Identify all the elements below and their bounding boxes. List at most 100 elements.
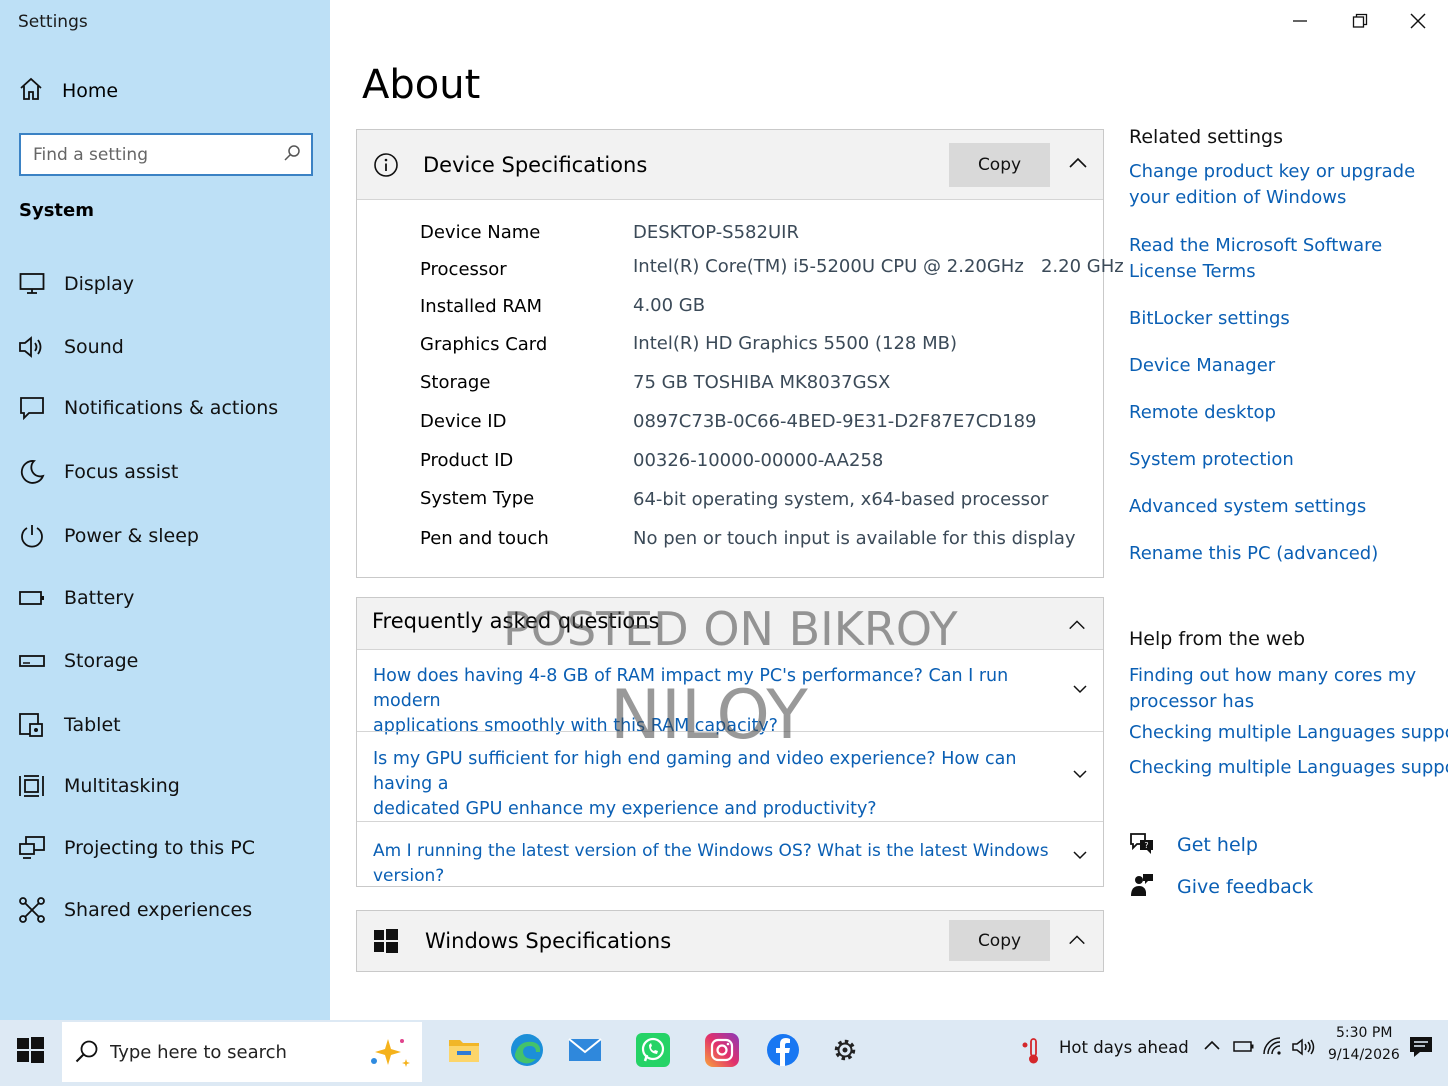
notification-center-icon[interactable]	[1408, 1034, 1434, 1060]
spec-label: Device Name	[420, 222, 541, 243]
restore-button[interactable]	[1340, 6, 1380, 36]
volume-icon[interactable]	[1291, 1036, 1315, 1060]
battery-icon[interactable]	[1232, 1036, 1256, 1060]
start-button[interactable]	[14, 1034, 48, 1068]
faq-header[interactable]: Frequently asked questions	[357, 598, 1103, 650]
close-button[interactable]	[1398, 6, 1438, 36]
link-advanced-system-settings[interactable]: Advanced system settings	[1129, 494, 1434, 520]
link-rename-pc[interactable]: Rename this PC (advanced)	[1129, 541, 1434, 567]
faq-item[interactable]: Is my GPU sufficient for high end gaming…	[357, 731, 1103, 821]
copy-device-specs-button[interactable]: Copy	[949, 143, 1050, 187]
wifi-icon[interactable]	[1262, 1036, 1286, 1060]
give-feedback-link[interactable]: Give feedback	[1129, 872, 1313, 902]
instagram-icon[interactable]	[702, 1030, 742, 1070]
search-icon[interactable]	[283, 144, 301, 166]
sidebar-item-label: Projecting to this PC	[64, 837, 255, 859]
spec-value: Intel(R) Core(TM) i5-5200U CPU @ 2.20GHz…	[633, 256, 1124, 277]
clock-date[interactable]: 9/14/2026	[1328, 1047, 1400, 1063]
device-specifications-title: Device Specifications	[423, 152, 648, 177]
spec-value: 00326-10000-00000-AA258	[633, 450, 884, 471]
chevron-down-icon[interactable]	[1071, 765, 1089, 783]
taskbar: Hot days ahead 5:30 PM 9/14/2026	[0, 1020, 1448, 1086]
projecting-icon	[18, 834, 46, 862]
weather-thermometer-icon[interactable]	[1020, 1036, 1046, 1066]
link-cores-processor[interactable]: Finding out how many cores my processor …	[1129, 663, 1419, 715]
info-icon	[373, 152, 399, 182]
chevron-down-icon[interactable]	[1071, 680, 1089, 698]
power-icon	[18, 522, 46, 550]
sidebar-item-tablet[interactable]: Tablet	[18, 708, 121, 742]
sidebar-item-sound[interactable]: Sound	[18, 330, 124, 364]
whatsapp-icon[interactable]	[633, 1030, 673, 1070]
page-title: About	[362, 62, 481, 108]
link-system-protection[interactable]: System protection	[1129, 447, 1434, 473]
sidebar-item-display[interactable]: Display	[18, 267, 134, 301]
faq-item[interactable]: How does having 4-8 GB of RAM impact my …	[357, 650, 1103, 736]
link-device-manager[interactable]: Device Manager	[1129, 353, 1434, 379]
chevron-up-icon[interactable]	[1067, 152, 1089, 174]
facebook-icon[interactable]	[763, 1030, 803, 1070]
file-explorer-icon[interactable]	[444, 1030, 484, 1070]
faq-question[interactable]: How does having 4-8 GB of RAM impact my …	[373, 664, 1053, 739]
link-languages-support-2[interactable]: Checking multiple Languages support	[1129, 755, 1448, 781]
spec-label: Installed RAM	[420, 296, 543, 317]
edge-icon[interactable]	[507, 1030, 547, 1070]
faq-question[interactable]: Am I running the latest version of the W…	[373, 839, 1063, 889]
link-languages-support[interactable]: Checking multiple Languages support	[1129, 720, 1448, 746]
device-specifications-panel: Device Specifications Copy Device Name D…	[356, 129, 1124, 578]
copy-windows-specs-button[interactable]: Copy	[949, 920, 1050, 961]
sidebar: Settings Home System Display Sound Notif…	[0, 0, 330, 1020]
taskbar-search-input[interactable]	[110, 1041, 330, 1063]
sidebar-item-label: Tablet	[64, 714, 121, 736]
section-label-system: System	[19, 200, 94, 221]
sidebar-home[interactable]: Home	[18, 76, 118, 106]
sidebar-item-label: Focus assist	[64, 461, 179, 483]
spec-label: Processor	[420, 259, 507, 280]
home-icon	[18, 76, 44, 106]
clock-time[interactable]: 5:30 PM	[1336, 1025, 1392, 1041]
settings-gear-icon[interactable]	[825, 1030, 865, 1070]
sidebar-item-storage[interactable]: Storage	[18, 644, 138, 678]
chevron-down-icon[interactable]	[1071, 846, 1089, 864]
sidebar-item-label: Notifications & actions	[64, 397, 279, 419]
get-help-label: Get help	[1177, 834, 1258, 856]
find-setting-input[interactable]	[33, 144, 283, 165]
moon-icon	[18, 458, 46, 486]
chevron-up-icon[interactable]	[1202, 1036, 1226, 1060]
sidebar-item-notifications[interactable]: Notifications & actions	[18, 391, 278, 425]
tablet-icon	[18, 711, 46, 739]
device-specifications-header[interactable]: Device Specifications Copy	[357, 130, 1103, 200]
get-help-link[interactable]: ? Get help	[1129, 830, 1258, 860]
spec-label: Pen and touch	[420, 528, 549, 549]
spec-value: No pen or touch input is available for t…	[633, 528, 1076, 549]
minimize-button[interactable]	[1280, 6, 1320, 36]
spec-label: Storage	[420, 372, 491, 393]
link-change-product-key[interactable]: Change product key or upgrade your editi…	[1129, 159, 1434, 211]
sidebar-item-label: Shared experiences	[64, 899, 253, 921]
link-remote-desktop[interactable]: Remote desktop	[1129, 400, 1434, 426]
sidebar-item-focus-assist[interactable]: Focus assist	[18, 455, 178, 489]
link-license-terms[interactable]: Read the Microsoft Software License Term…	[1129, 233, 1434, 285]
sidebar-item-projecting[interactable]: Projecting to this PC	[18, 831, 255, 865]
faq-item[interactable]: Am I running the latest version of the W…	[357, 821, 1103, 887]
link-bitlocker-settings[interactable]: BitLocker settings	[1129, 306, 1434, 332]
windows-specifications-header[interactable]: Windows Specifications Copy	[357, 911, 1103, 971]
notification-icon	[18, 394, 46, 422]
spec-label: Product ID	[420, 450, 514, 471]
taskbar-search-box[interactable]	[62, 1022, 422, 1082]
shared-experiences-icon	[18, 896, 46, 924]
chevron-up-icon[interactable]	[1067, 615, 1089, 637]
spec-value: 0897C73B-0C66-4BED-9E31-D2F87E7CD189	[633, 411, 1037, 432]
weather-text[interactable]: Hot days ahead	[1059, 1038, 1189, 1057]
chevron-up-icon[interactable]	[1067, 930, 1089, 952]
display-icon	[18, 270, 46, 298]
sidebar-item-shared-experiences[interactable]: Shared experiences	[18, 893, 252, 927]
sidebar-item-battery[interactable]: Battery	[18, 581, 134, 615]
faq-panel: Frequently asked questions How does havi…	[356, 597, 1104, 887]
faq-question[interactable]: Is my GPU sufficient for high end gaming…	[373, 747, 1053, 822]
sidebar-item-power-sleep[interactable]: Power & sleep	[18, 519, 199, 553]
sidebar-item-multitasking[interactable]: Multitasking	[18, 769, 180, 803]
find-setting-box[interactable]	[19, 133, 313, 176]
faq-question-line: Am I running the latest version of the W…	[373, 841, 1049, 886]
mail-icon[interactable]	[565, 1030, 605, 1070]
